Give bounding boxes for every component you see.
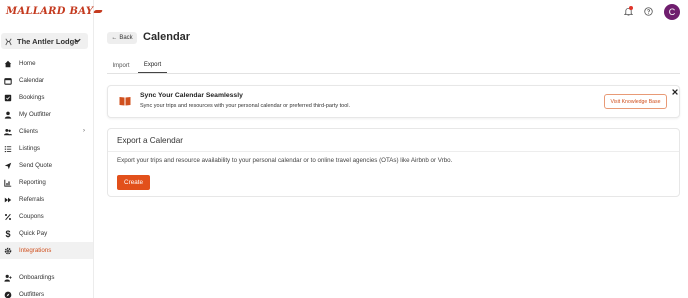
sidebar-item-label: Integrations xyxy=(19,247,52,254)
sidebar-item-label: Referrals xyxy=(19,196,45,203)
sidebar-item-label: Bookings xyxy=(19,94,45,101)
sidebar-item-label: Clients xyxy=(19,128,38,135)
export-calendar-card: Export a Calendar Export your trips and … xyxy=(107,128,680,197)
dollar-icon: $ xyxy=(5,228,11,239)
sidebar-item-referrals[interactable]: Referrals xyxy=(0,191,93,208)
tab-import[interactable]: Import xyxy=(107,58,135,73)
sidebar-item-label: Listings xyxy=(19,145,40,152)
top-bar xyxy=(94,0,688,24)
card-header: Export a Calendar xyxy=(108,129,679,152)
banner-subtitle: Sync your trips and resources with your … xyxy=(140,103,351,109)
sidebar-item-label: Outfitters xyxy=(19,291,45,298)
card-title: Export a Calendar xyxy=(117,136,183,145)
book-open-icon xyxy=(119,97,131,106)
send-icon xyxy=(3,161,13,171)
chart-icon xyxy=(3,178,13,188)
sidebar-item-home[interactable]: Home xyxy=(0,55,93,72)
card-description: Export your trips and resource availabil… xyxy=(117,157,453,164)
user-icon xyxy=(3,110,13,120)
create-button[interactable]: Create xyxy=(117,175,150,190)
calendar-icon xyxy=(3,76,13,86)
mallard-bay-logo[interactable]: MALLARD BAY xyxy=(6,6,104,17)
sidebar-item-label: Home xyxy=(19,60,36,67)
sidebar-item-bookings[interactable]: Bookings xyxy=(0,89,93,106)
chevron-down-icon xyxy=(74,38,81,43)
logo-text: MALLARD BAY xyxy=(6,6,94,17)
close-icon[interactable] xyxy=(671,88,679,96)
compass-icon xyxy=(3,290,13,298)
home-icon xyxy=(3,59,13,69)
sidebar-item-label: Quick Pay xyxy=(19,230,48,237)
users-icon xyxy=(3,127,13,137)
sidebar-item-clients[interactable]: Clients › xyxy=(0,123,93,140)
sidebar-item-label: Calendar xyxy=(19,77,45,84)
sidebar-item-quick-pay[interactable]: $ Quick Pay xyxy=(0,225,93,242)
sidebar-item-label: Onboardings xyxy=(19,274,55,281)
bookings-icon xyxy=(3,93,13,103)
chevron-right-icon: › xyxy=(83,128,85,134)
banner-title: Sync Your Calendar Seamlessly xyxy=(140,92,243,99)
lodge-selector[interactable]: The Antler Lodge xyxy=(1,33,88,49)
gear-icon xyxy=(3,246,13,256)
sidebar-item-onboardings[interactable]: Onboardings xyxy=(0,269,93,286)
sidebar-item-label: Send Quote xyxy=(19,162,53,169)
sidebar-item-label: Coupons xyxy=(19,213,44,220)
notification-dot xyxy=(629,6,633,10)
sidebar-item-label: Reporting xyxy=(19,179,46,186)
sidebar-item-send-quote[interactable]: Send Quote xyxy=(0,157,93,174)
sidebar-item-reporting[interactable]: Reporting xyxy=(0,174,93,191)
back-label: Back xyxy=(119,35,133,41)
page-title: Calendar xyxy=(143,31,191,43)
fast-forward-icon xyxy=(3,195,13,205)
sidebar-item-my-outfitter[interactable]: My Outfitter xyxy=(0,106,93,123)
sync-banner: Sync Your Calendar Seamlessly Sync your … xyxy=(107,85,680,118)
arrow-left-icon: ← xyxy=(111,35,118,41)
avatar[interactable]: C xyxy=(664,4,680,20)
sidebar-item-outfitters[interactable]: Outfitters xyxy=(0,286,93,298)
user-plus-icon xyxy=(3,273,13,283)
back-button[interactable]: ← Back xyxy=(107,32,137,44)
tab-export[interactable]: Export xyxy=(138,58,167,73)
percent-icon xyxy=(3,212,13,222)
sidebar-item-coupons[interactable]: Coupons xyxy=(0,208,93,225)
sidebar-item-listings[interactable]: Listings xyxy=(0,140,93,157)
lodge-name: The Antler Lodge xyxy=(17,36,79,46)
knowledge-base-button[interactable]: Visit Knowledge Base xyxy=(604,94,667,109)
sidebar-item-integrations[interactable]: Integrations xyxy=(0,242,93,259)
tab-bar: Import Export xyxy=(107,58,680,74)
list-icon xyxy=(3,144,13,154)
sidebar: MALLARD BAY The Antler Lodge Home Calend… xyxy=(0,0,104,298)
sidebar-item-label: My Outfitter xyxy=(19,111,51,118)
help-icon[interactable] xyxy=(644,7,653,16)
antler-icon xyxy=(5,38,12,45)
sidebar-item-calendar[interactable]: Calendar xyxy=(0,72,93,89)
